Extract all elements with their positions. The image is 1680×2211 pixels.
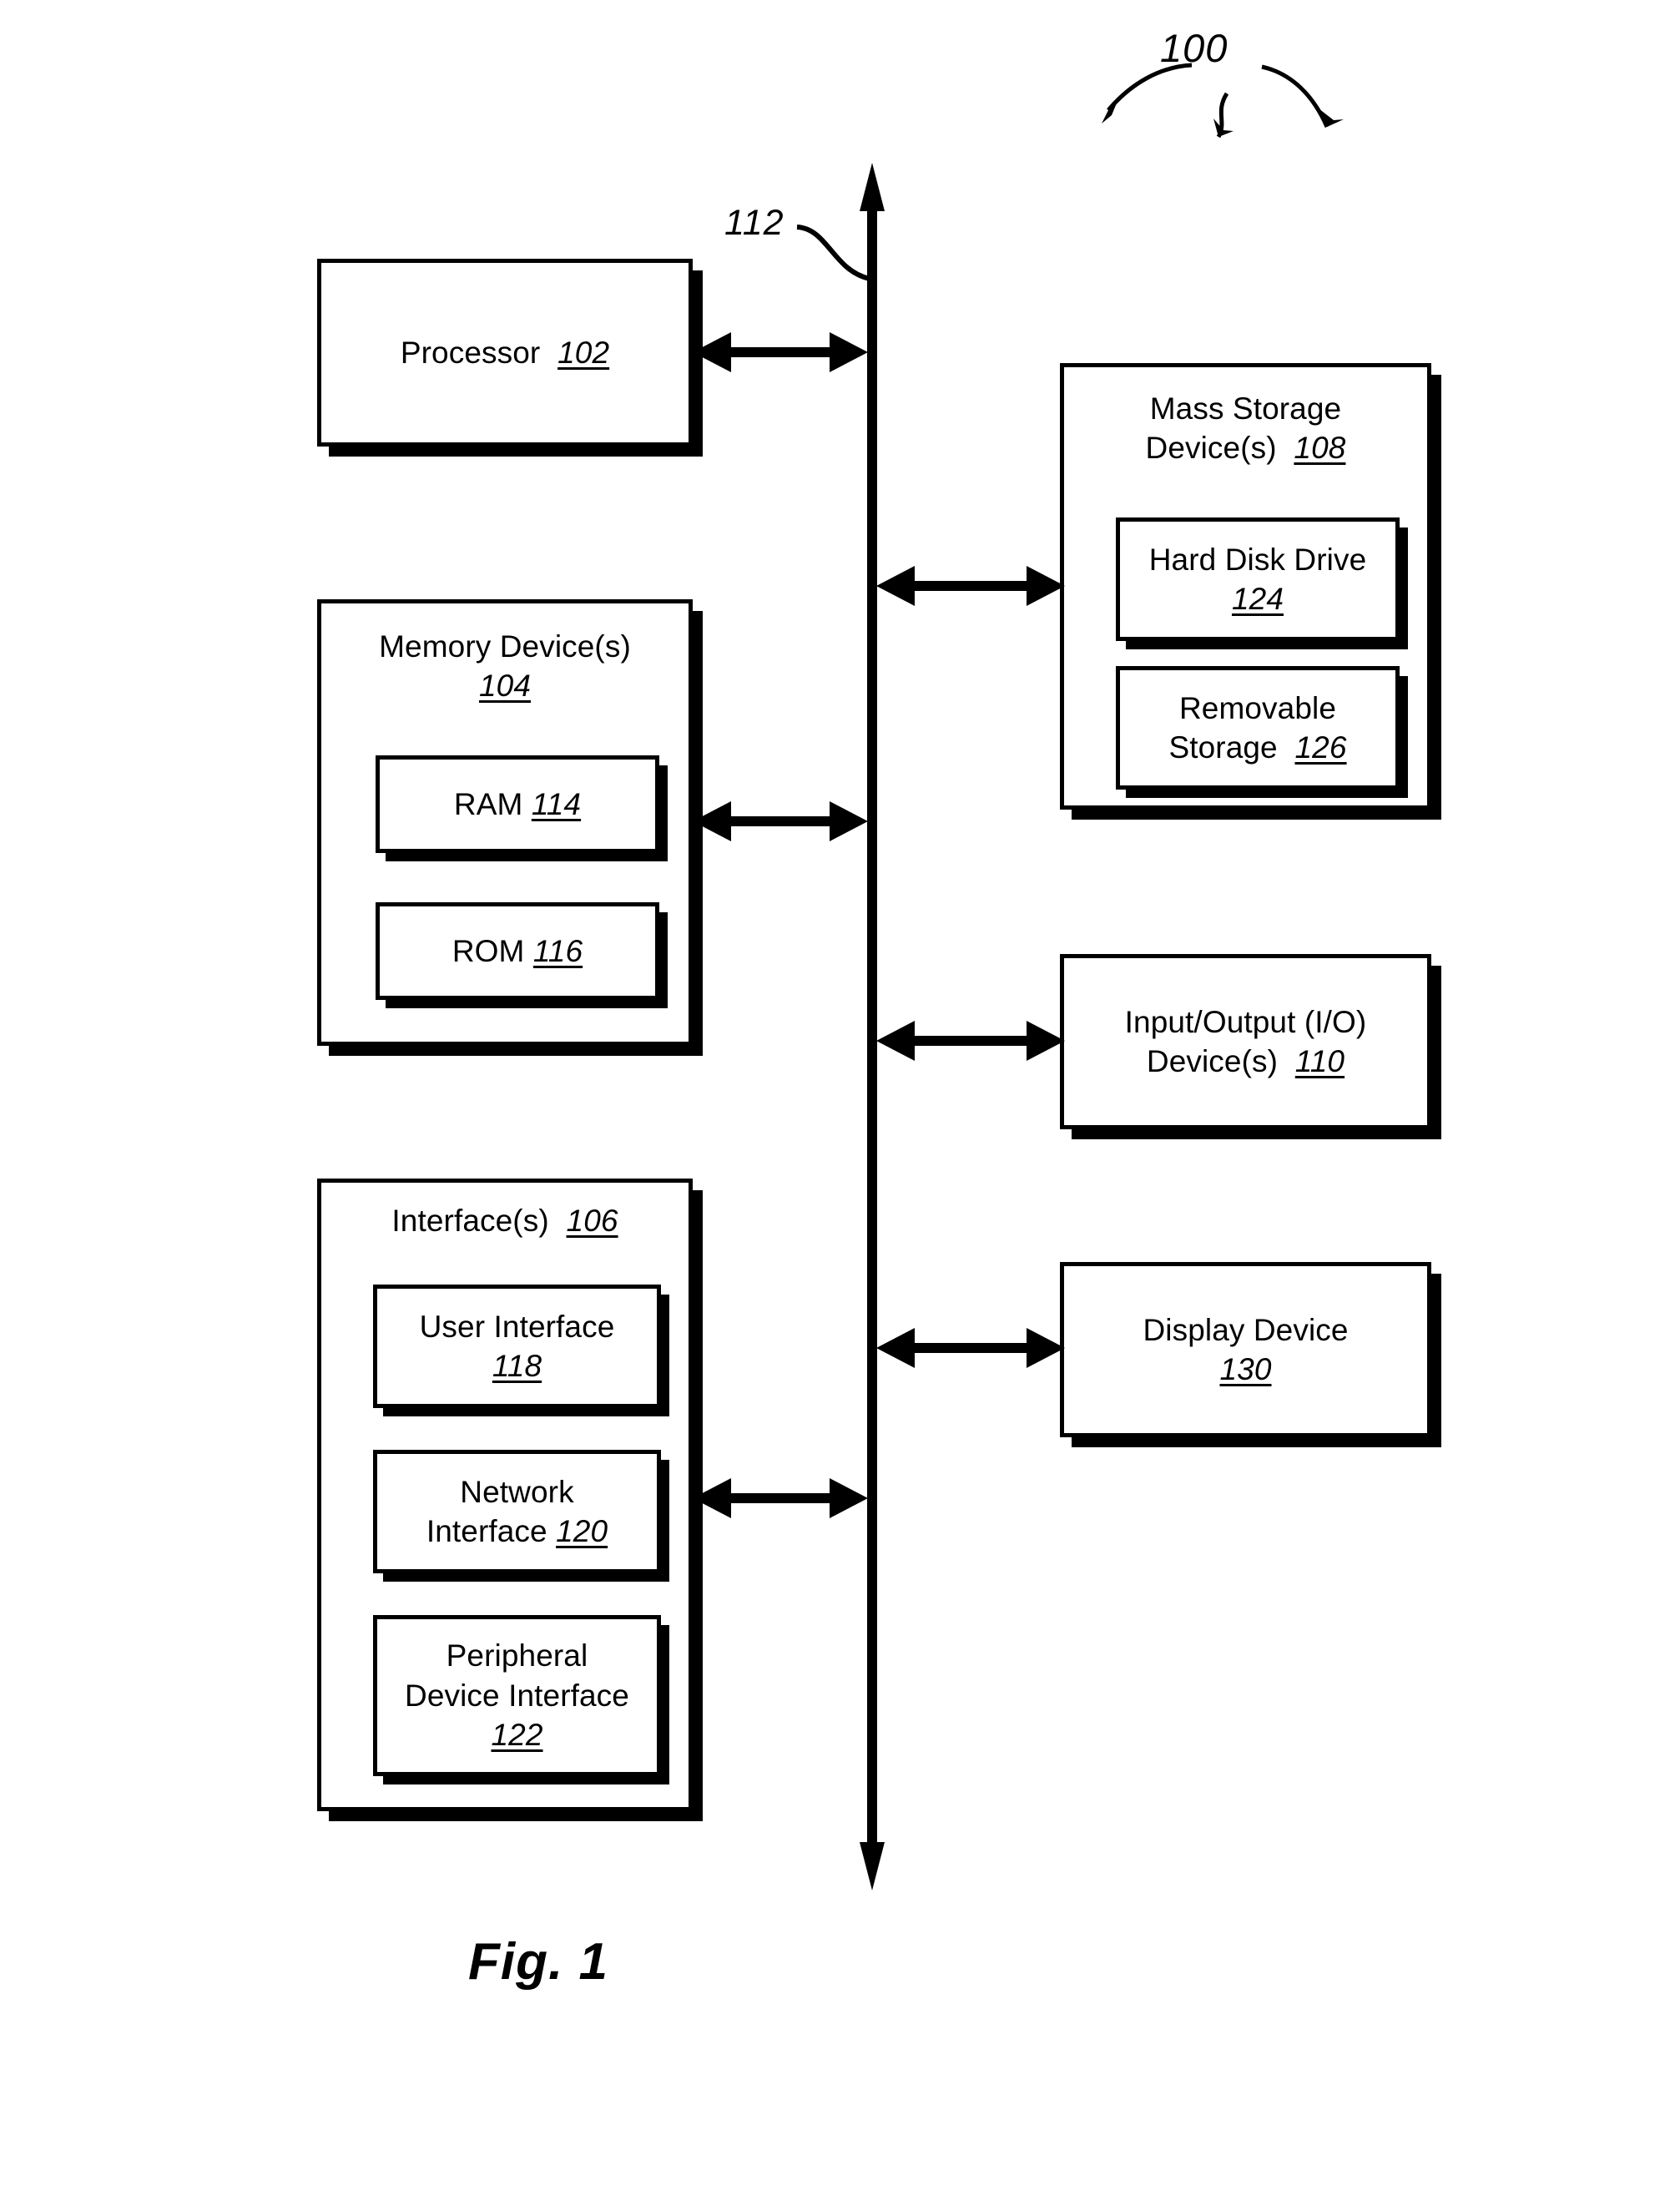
mass-storage-block: Mass Storage Device(s) 108 Hard Disk Dri… — [1060, 363, 1431, 810]
connector-processor-bus — [693, 332, 868, 372]
display-device-block: Display Device 130 — [1060, 1262, 1431, 1437]
bus-leader-line — [796, 225, 870, 281]
ram-label: RAM 114 — [453, 786, 582, 821]
io-device-block: Input/Output (I/O) Device(s) 110 — [1060, 954, 1431, 1129]
user-interface-ref: 118 — [492, 1349, 542, 1383]
ram-block: RAM 114 — [376, 755, 659, 853]
peripheral-device-interface-block: Peripheral Device Interface 122 — [373, 1615, 661, 1776]
interfaces-ref: 106 — [566, 1204, 618, 1238]
removable-storage-ref: 126 — [1294, 730, 1347, 765]
hard-disk-drive-label: Hard Disk Drive 124 — [1148, 542, 1367, 616]
processor-ref: 102 — [557, 335, 610, 370]
connector-memory-bus — [693, 801, 868, 841]
connector-bus-io-device — [876, 1021, 1065, 1061]
network-interface-label: Network Interface 120 — [426, 1474, 608, 1548]
memory-device-label: Memory Device(s) 104 — [379, 629, 631, 704]
user-interface-label: User Interface 118 — [419, 1309, 615, 1383]
removable-storage-block: Removable Storage 126 — [1116, 666, 1400, 790]
processor-block: Processor 102 — [317, 259, 693, 447]
peripheral-device-interface-label: Peripheral Device Interface 122 — [405, 1638, 629, 1753]
system-callout-arrows — [1102, 63, 1344, 139]
ram-ref: 114 — [531, 786, 582, 821]
mass-storage-ref: 108 — [1294, 431, 1346, 466]
patent-figure-1: 100 112 Processor 102 Memory Device(s) 10… — [0, 0, 1680, 2211]
processor-label: Processor 102 — [400, 335, 610, 370]
io-device-ref: 110 — [1294, 1044, 1345, 1078]
interfaces-block: Interface(s) 106 User Interface 118 Netwo… — [317, 1179, 693, 1811]
user-interface-block: User Interface 118 — [373, 1285, 661, 1408]
connector-bus-mass-storage — [876, 566, 1065, 606]
figure-caption: Fig. 1 — [468, 1933, 608, 1991]
hard-disk-drive-block: Hard Disk Drive 124 — [1116, 517, 1400, 641]
io-device-label: Input/Output (I/O) Device(s) 110 — [1124, 1004, 1367, 1078]
connector-interfaces-bus — [693, 1478, 868, 1518]
network-interface-block: Network Interface 120 — [373, 1450, 661, 1573]
network-interface-ref: 120 — [556, 1514, 608, 1548]
display-device-ref: 130 — [1219, 1352, 1272, 1386]
peripheral-device-interface-ref: 122 — [491, 1718, 543, 1753]
rom-block: ROM 116 — [376, 902, 659, 1000]
memory-device-block: Memory Device(s) 104 RAM 114 ROM 116 — [317, 599, 693, 1046]
bus-reference-label: 112 — [724, 203, 785, 243]
display-device-label: Display Device 130 — [1143, 1312, 1349, 1386]
hard-disk-drive-ref: 124 — [1231, 582, 1284, 616]
memory-device-ref: 104 — [478, 669, 532, 704]
removable-storage-label: Removable Storage 126 — [1168, 690, 1347, 765]
mass-storage-label: Mass Storage Device(s) 108 — [1145, 391, 1346, 466]
rom-label: ROM 116 — [452, 933, 583, 968]
connector-bus-display-device — [876, 1328, 1065, 1368]
rom-ref: 116 — [532, 933, 583, 968]
interfaces-label: Interface(s) 106 — [391, 1204, 618, 1238]
